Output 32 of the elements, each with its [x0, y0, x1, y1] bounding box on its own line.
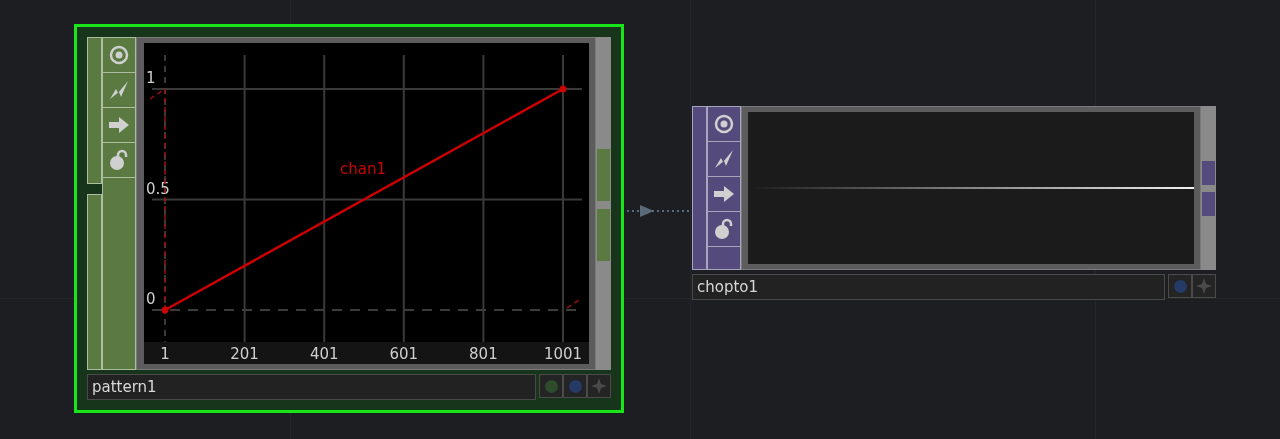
x-tick-label: 201 — [229, 345, 259, 363]
node-name-field[interactable]: chopto1 — [692, 274, 1165, 300]
arrow-right-icon — [713, 185, 735, 203]
output-connector[interactable] — [1202, 161, 1215, 185]
target-icon — [714, 114, 734, 134]
star-button[interactable] — [587, 374, 611, 398]
arrow-right-icon — [108, 116, 130, 134]
input-connector[interactable] — [87, 37, 102, 184]
data-point — [161, 306, 168, 314]
node-name-field[interactable]: pattern1 — [87, 374, 536, 400]
x-tick-label: 801 — [468, 345, 498, 363]
x-tick-label: 601 — [389, 345, 418, 363]
x-tick-label: 1 — [159, 345, 170, 363]
flag-button[interactable] — [563, 374, 587, 398]
y-tick-label: 1 — [145, 69, 156, 87]
x-tick-label: 1001 — [543, 345, 582, 363]
flag-button[interactable] — [1168, 274, 1192, 298]
unlocked-lock-icon — [714, 218, 734, 240]
target-icon — [109, 45, 129, 65]
data-point — [559, 85, 566, 93]
output-connector[interactable] — [597, 149, 610, 201]
flag-button[interactable] — [539, 374, 563, 398]
y-tick-label: 0 — [145, 290, 156, 308]
series-label: chan1 — [339, 160, 386, 178]
output-connector[interactable] — [597, 209, 610, 261]
star-button[interactable] — [1192, 274, 1216, 298]
unlocked-lock-icon — [109, 149, 129, 171]
output-connector[interactable] — [1202, 192, 1215, 216]
x-tick-label: 401 — [309, 345, 338, 363]
input-connector[interactable] — [87, 194, 102, 370]
y-tick-label: 0.5 — [145, 179, 170, 198]
input-connector[interactable] — [692, 106, 707, 270]
